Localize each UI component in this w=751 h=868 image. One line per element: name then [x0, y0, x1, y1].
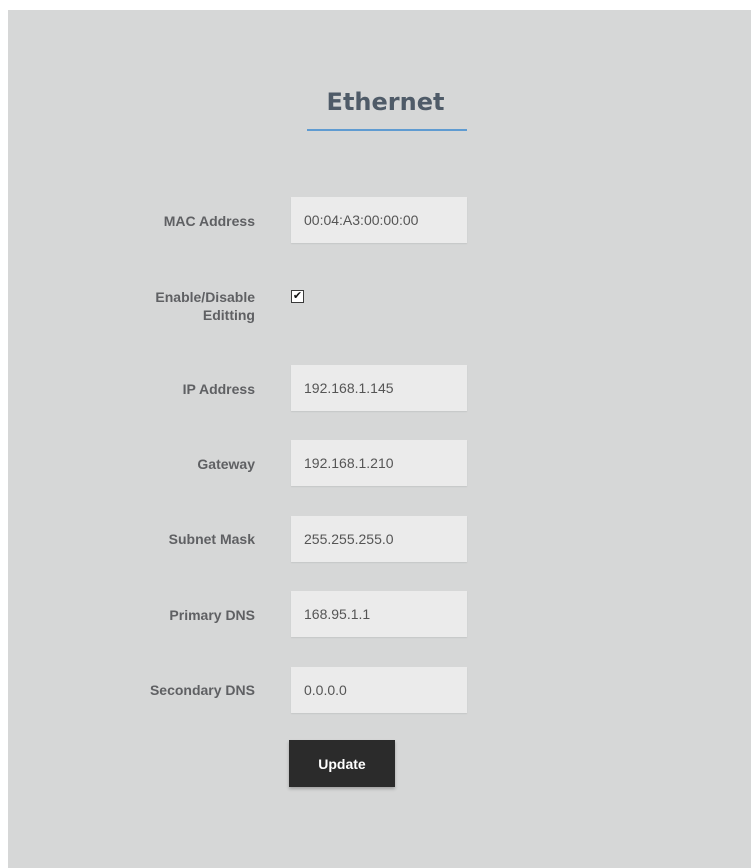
- page-title: Ethernet: [326, 88, 445, 116]
- subnet-mask-field[interactable]: [291, 516, 467, 562]
- primary-dns-label: Primary DNS: [169, 607, 255, 623]
- gateway-field[interactable]: [291, 440, 467, 486]
- ip-address-field[interactable]: [291, 365, 467, 411]
- secondary-dns-field[interactable]: [291, 667, 467, 713]
- title-underline: [307, 129, 467, 131]
- mac-address-label: MAC Address: [163, 213, 255, 229]
- editing-toggle-label-line1: Enable/Disable: [155, 289, 255, 305]
- secondary-dns-label: Secondary DNS: [149, 682, 255, 698]
- mac-address-field[interactable]: [291, 197, 467, 243]
- primary-dns-field[interactable]: [291, 591, 467, 637]
- gateway-label: Gateway: [197, 456, 255, 472]
- editing-toggle-label: Enable/Disable Editting: [155, 288, 255, 324]
- update-button[interactable]: Update: [289, 740, 395, 787]
- checkmark-icon: ✔: [292, 290, 303, 302]
- editing-toggle-label-line2: Editting: [202, 307, 255, 323]
- ip-address-label: IP Address: [182, 381, 255, 397]
- subnet-mask-label: Subnet Mask: [168, 531, 255, 547]
- editing-checkbox[interactable]: ✔: [291, 290, 304, 303]
- ethernet-panel: Ethernet MAC Address Enable/Disable Edit…: [8, 10, 751, 868]
